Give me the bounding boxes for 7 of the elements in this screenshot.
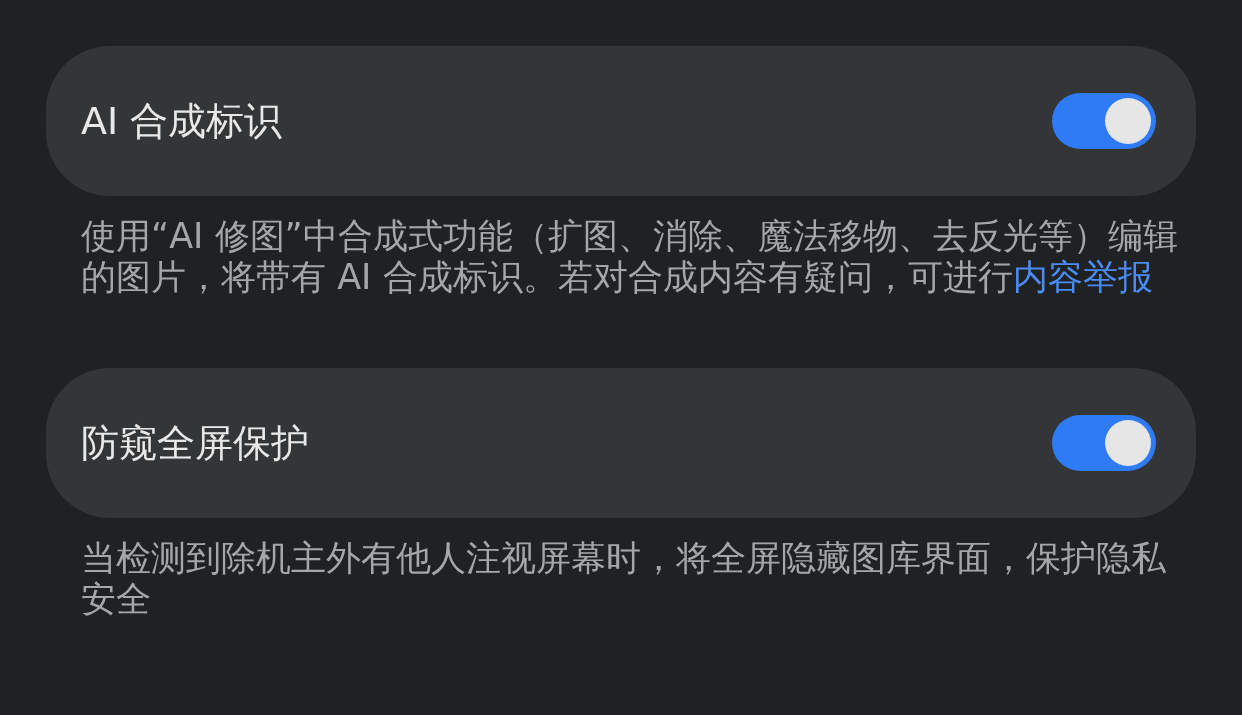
setting-title: AI 合成标识	[81, 98, 283, 144]
toggle-switch[interactable]	[1052, 415, 1156, 471]
setting-description: 当检测到除机主外有他人注视屏幕时，将全屏隐藏图库界面，保护隐私安全	[81, 538, 1167, 620]
report-link[interactable]: 内容举报	[1012, 257, 1153, 297]
toggle-switch[interactable]	[1052, 93, 1156, 149]
setting-description: 使用“AI 修图”中合成式功能（扩图、消除、魔法移物、去反光等）编辑的图片，将带有 AI 合成标识。若对合成内容有疑问，可进行内容举报	[81, 216, 1179, 298]
setting-title: 防窥全屏保护	[81, 420, 309, 466]
